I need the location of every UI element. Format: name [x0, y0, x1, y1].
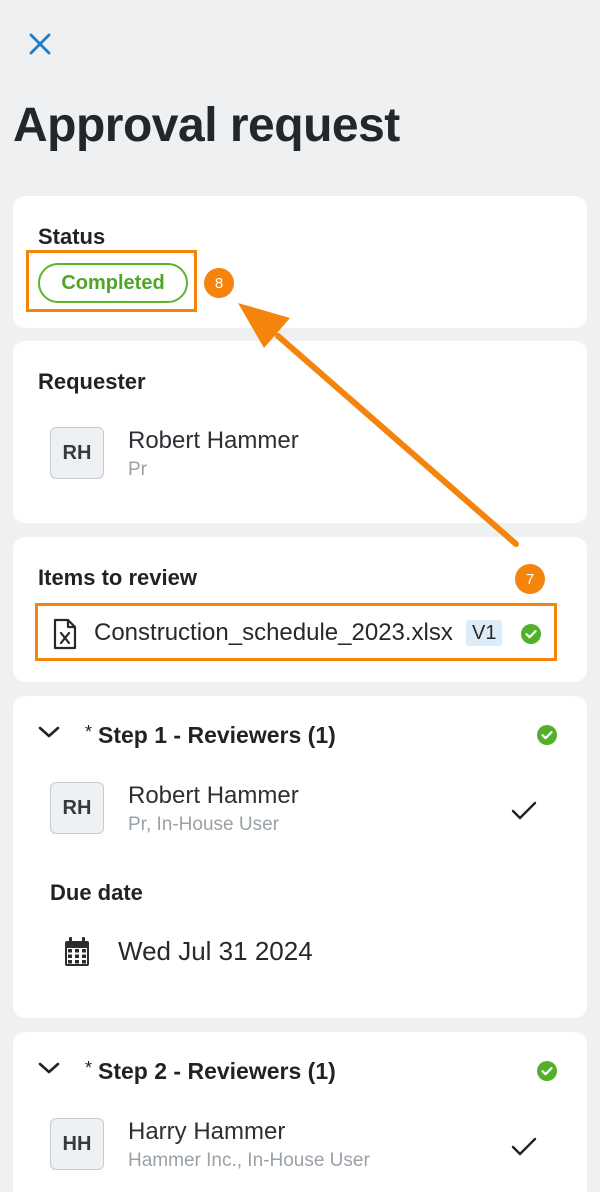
due-date-value: Wed Jul 31 2024: [118, 936, 313, 966]
step-1-title: * Step 1 - Reviewers (1): [85, 722, 336, 749]
chevron-down-icon[interactable]: [37, 724, 61, 740]
step-2-card: * Step 2 - Reviewers (1) HH Harry Hammer …: [13, 1032, 587, 1192]
chevron-down-icon[interactable]: [37, 1060, 61, 1076]
step-1-title-text: Step 1 - Reviewers (1): [98, 722, 336, 748]
items-card: Items to review 7 Construction_schedule_…: [13, 537, 587, 682]
reviewer-name: Robert Hammer: [128, 782, 299, 809]
status-label: Status: [38, 224, 106, 249]
checkmark-icon: [511, 1137, 537, 1156]
requester-role: Pr: [128, 459, 147, 480]
due-date-label: Due date: [50, 880, 143, 905]
check-circle-icon: [537, 1061, 557, 1081]
check-circle-icon: [521, 624, 541, 644]
step-1-card: * Step 1 - Reviewers (1) RH Robert Hammer…: [13, 696, 587, 1018]
reviewer-role: Hammer Inc., In-House User: [128, 1150, 370, 1171]
checkmark-icon: [511, 801, 537, 820]
check-circle-icon: [537, 725, 557, 745]
avatar: HH: [50, 1118, 104, 1170]
required-mark: *: [85, 722, 93, 742]
avatar: RH: [50, 427, 104, 479]
annotation-marker-7: 7: [515, 564, 545, 594]
annotation-marker-8: 8: [204, 268, 234, 298]
avatar: RH: [50, 782, 104, 834]
status-badge: Completed: [38, 263, 188, 303]
step-2-title: * Step 2 - Reviewers (1): [85, 1058, 336, 1085]
status-card: Status Completed 8: [13, 196, 587, 328]
requester-card: Requester RH Robert Hammer Pr: [13, 341, 587, 523]
close-button[interactable]: [26, 30, 54, 58]
excel-file-icon: [53, 618, 77, 650]
version-badge: V1: [466, 620, 503, 646]
file-item[interactable]: Construction_schedule_2023.xlsx V1: [35, 603, 557, 661]
items-label: Items to review: [38, 565, 197, 590]
step-2-title-text: Step 2 - Reviewers (1): [98, 1058, 336, 1084]
calendar-icon: [65, 937, 89, 966]
reviewer-role: Pr, In-House User: [128, 814, 279, 835]
page-title: Approval request: [13, 99, 400, 152]
required-mark: *: [85, 1058, 93, 1078]
file-name: Construction_schedule_2023.xlsx: [94, 619, 453, 646]
requester-name: Robert Hammer: [128, 427, 299, 454]
reviewer-name: Harry Hammer: [128, 1118, 286, 1145]
close-icon: [29, 33, 51, 55]
requester-label: Requester: [38, 369, 146, 394]
